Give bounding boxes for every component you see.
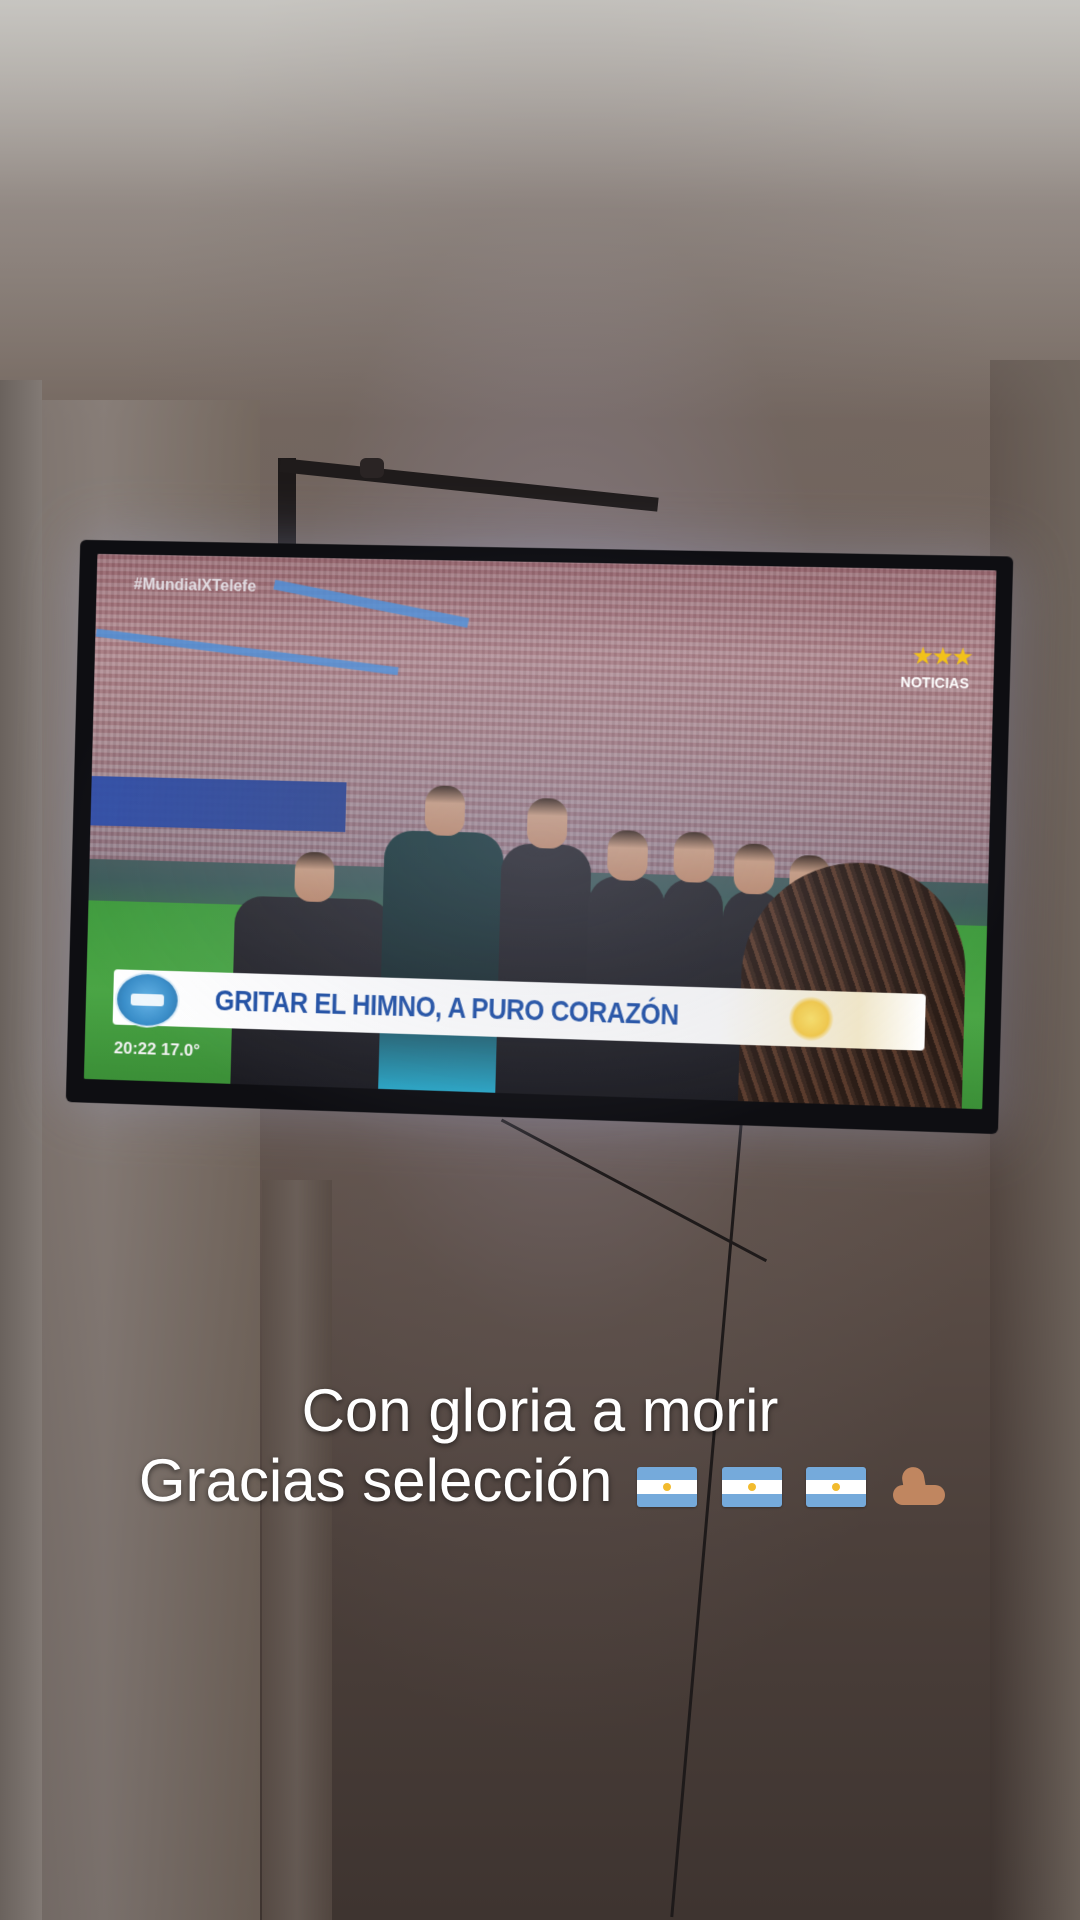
caption-line-2: Gracias selección bbox=[0, 1448, 1080, 1514]
tv-screen: #MundialXTelefe ★★★ NOTICIAS GRITAR EL H… bbox=[83, 553, 997, 1110]
caption-line-1: Con gloria a morir bbox=[0, 1378, 1080, 1444]
tv-mount-bracket bbox=[279, 458, 659, 512]
sun-of-may-icon bbox=[788, 995, 835, 1042]
flexed-biceps-icon bbox=[889, 1459, 949, 1511]
wall-pillar bbox=[262, 1180, 332, 1920]
caption-text-1: Con gloria a morir bbox=[301, 1377, 779, 1444]
ceiling bbox=[0, 0, 1080, 420]
ad-board bbox=[90, 776, 347, 833]
goalkeeper bbox=[378, 785, 505, 1093]
television: #MundialXTelefe ★★★ NOTICIAS GRITAR EL H… bbox=[65, 539, 1014, 1135]
player bbox=[495, 797, 592, 1096]
time-temperature: 20:22 17.0° bbox=[113, 1038, 201, 1061]
argentina-flag-icon bbox=[721, 1467, 782, 1507]
channel-logo-icon bbox=[114, 971, 181, 1029]
argentina-flag-icon bbox=[637, 1467, 698, 1507]
argentina-flag-icon bbox=[806, 1467, 867, 1507]
tv-mount-knob bbox=[360, 458, 384, 478]
three-stars-icon: ★★★ bbox=[911, 642, 972, 672]
room-background: #MundialXTelefe ★★★ NOTICIAS GRITAR EL H… bbox=[0, 0, 1080, 1920]
tv-cable bbox=[670, 1119, 743, 1918]
tv-cable bbox=[500, 1118, 768, 1263]
wall-edge bbox=[0, 380, 42, 1920]
channel-label: NOTICIAS bbox=[900, 673, 970, 692]
news-headline: GRITAR EL HIMNO, A PURO CORAZÓN bbox=[214, 984, 679, 1032]
channel-hashtag: #MundialXTelefe bbox=[133, 576, 257, 596]
caption-text-2: Gracias selección bbox=[138, 1447, 613, 1514]
